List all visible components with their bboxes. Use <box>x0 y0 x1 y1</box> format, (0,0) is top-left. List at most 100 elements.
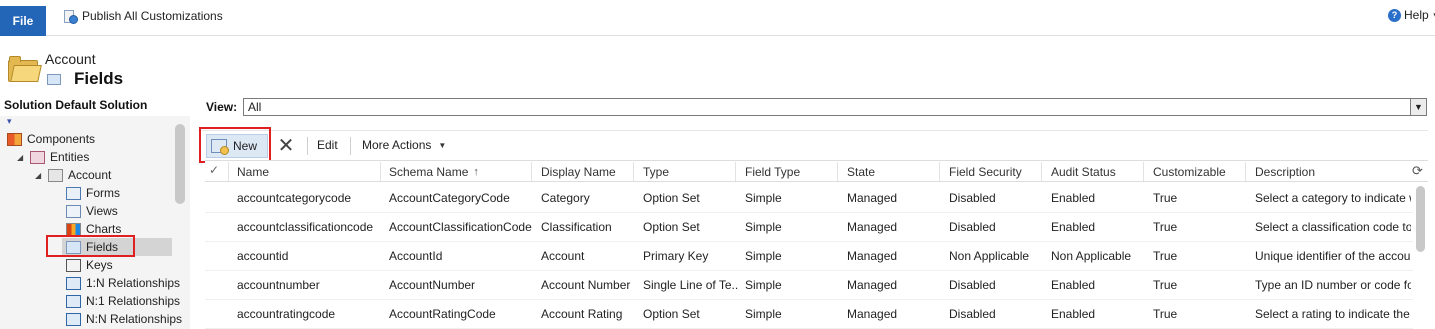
relationship-icon <box>66 276 81 290</box>
cell-state: Managed <box>847 249 898 263</box>
toolbar-divider <box>350 137 351 155</box>
chevron-down-icon[interactable]: ▼ <box>1410 99 1426 115</box>
sidebar-item-keys[interactable]: Keys <box>66 256 113 274</box>
cell-audit-status: Enabled <box>1051 278 1096 292</box>
column-header-field-type[interactable]: Field Type <box>745 163 800 181</box>
cell-type: Single Line of Te... <box>643 278 739 292</box>
column-header-type[interactable]: Type <box>643 163 669 181</box>
column-divider <box>939 162 940 181</box>
cell-name: accountclassificationcode <box>237 220 374 234</box>
column-header-schema-name[interactable]: Schema Name ↑ <box>389 163 479 181</box>
sidebar-item-label: Forms <box>86 186 120 200</box>
charts-icon <box>66 222 81 236</box>
cell-state: Managed <box>847 278 898 292</box>
column-header-label: Field Type <box>745 165 801 179</box>
sidebar-item-views[interactable]: Views <box>66 202 118 220</box>
new-highlight-box <box>199 127 271 163</box>
refresh-icon[interactable]: ⟳ <box>1412 163 1423 179</box>
cell-schema-name: AccountNumber <box>389 278 476 292</box>
publish-all-button[interactable]: Publish All Customizations <box>62 6 223 26</box>
cell-field-type: Simple <box>745 278 782 292</box>
grid-scrollbar[interactable] <box>1416 186 1425 252</box>
cell-field-security: Disabled <box>949 307 996 321</box>
cell-schema-name: AccountRatingCode <box>389 307 496 321</box>
cell-display-name: Account <box>541 249 585 263</box>
sidebar-item-n1-relationships[interactable]: N:1 Relationships <box>66 292 180 310</box>
sidebar-item-nn-relationships[interactable]: N:N Relationships <box>66 310 182 328</box>
column-divider <box>228 162 229 181</box>
column-header-customizable[interactable]: Customizable <box>1153 163 1226 181</box>
column-header-description[interactable]: Description <box>1255 163 1315 181</box>
folder-icon <box>8 56 42 82</box>
cell-audit-status: Enabled <box>1051 307 1096 321</box>
column-header-label: Customizable <box>1153 165 1226 179</box>
column-header-label: Description <box>1255 165 1316 179</box>
cell-field-type: Simple <box>745 191 782 205</box>
forms-icon <box>66 186 81 200</box>
column-header-label: Field Security <box>949 165 1022 179</box>
cell-schema-name: AccountClassificationCode <box>389 220 532 234</box>
sidebar-item-forms[interactable]: Forms <box>66 184 120 202</box>
view-selected-value: All <box>248 100 262 114</box>
fields-highlight-box <box>46 235 135 257</box>
sidebar-item-label: N:N Relationships <box>86 312 183 326</box>
cell-type: Option Set <box>643 191 700 205</box>
column-divider <box>1041 162 1042 181</box>
page-title: Fields <box>74 69 124 88</box>
keys-icon <box>66 258 81 272</box>
expand-arrow-icon[interactable]: ◢ <box>17 153 25 162</box>
sidebar-item-components[interactable]: Components <box>7 130 95 148</box>
cell-name: accountnumber <box>237 278 320 292</box>
select-all-checkbox[interactable]: ✓ <box>209 163 219 177</box>
cell-audit-status: Enabled <box>1051 191 1096 205</box>
sidebar-item-account[interactable]: ◢ Account <box>35 166 111 184</box>
sidebar-item-label: Views <box>86 204 118 218</box>
column-header-state[interactable]: State <box>847 163 875 181</box>
cell-field-type: Simple <box>745 249 782 263</box>
column-header-label: Name <box>237 165 270 179</box>
cell-display-name: Category <box>541 191 590 205</box>
cell-name: accountcategorycode <box>237 191 352 205</box>
toolbar-divider <box>307 137 308 155</box>
cell-field-security: Disabled <box>949 191 996 205</box>
sidebar-item-label: Keys <box>86 258 113 272</box>
column-header-audit-status[interactable]: Audit Status <box>1051 163 1116 181</box>
cell-name: accountid <box>237 249 289 263</box>
entity-name: Account <box>45 51 96 67</box>
entities-icon <box>30 150 45 164</box>
column-header-label: Schema Name <box>389 165 469 179</box>
view-select[interactable]: All ▼ <box>243 98 1427 116</box>
cell-description: Select a classification code to inc <box>1255 220 1411 234</box>
delete-icon[interactable]: ✕ <box>276 134 296 157</box>
column-divider <box>380 162 381 181</box>
cell-display-name: Classification <box>541 220 612 234</box>
column-header-label: Display Name <box>541 165 616 179</box>
cell-field-security: Non Applicable <box>949 249 1030 263</box>
cell-schema-name: AccountCategoryCode <box>389 191 510 205</box>
sidebar-item-entities[interactable]: ◢ Entities <box>17 148 89 166</box>
cell-display-name: Account Rating <box>541 307 623 321</box>
collapse-icon[interactable]: ▾ <box>7 116 12 127</box>
column-header-field-security[interactable]: Field Security <box>949 163 1022 181</box>
more-actions-button[interactable]: More Actions ▼ <box>362 138 446 152</box>
cell-customizable: True <box>1153 220 1178 234</box>
help-button[interactable]: ? Help ▼ <box>1388 8 1435 22</box>
column-header-display-name[interactable]: Display Name <box>541 163 616 181</box>
column-header-label: Type <box>643 165 670 179</box>
edit-button[interactable]: Edit <box>317 138 338 152</box>
cell-type: Primary Key <box>643 249 709 263</box>
column-header-name[interactable]: Name <box>237 163 269 181</box>
cell-state: Managed <box>847 191 898 205</box>
cell-audit-status: Non Applicable <box>1051 249 1132 263</box>
view-label: View: <box>206 100 238 114</box>
cell-schema-name: AccountId <box>389 249 443 263</box>
views-icon <box>66 204 81 218</box>
sidebar-scrollbar[interactable] <box>175 124 185 204</box>
cell-customizable: True <box>1153 307 1178 321</box>
file-button[interactable]: File <box>0 6 46 36</box>
sort-ascending-icon: ↑ <box>473 166 479 178</box>
sidebar-item-1n-relationships[interactable]: 1:N Relationships <box>66 274 180 292</box>
cell-description: Type an ID number or code for t <box>1255 278 1411 292</box>
more-actions-label: More Actions <box>362 138 432 152</box>
expand-arrow-icon[interactable]: ◢ <box>35 171 43 180</box>
